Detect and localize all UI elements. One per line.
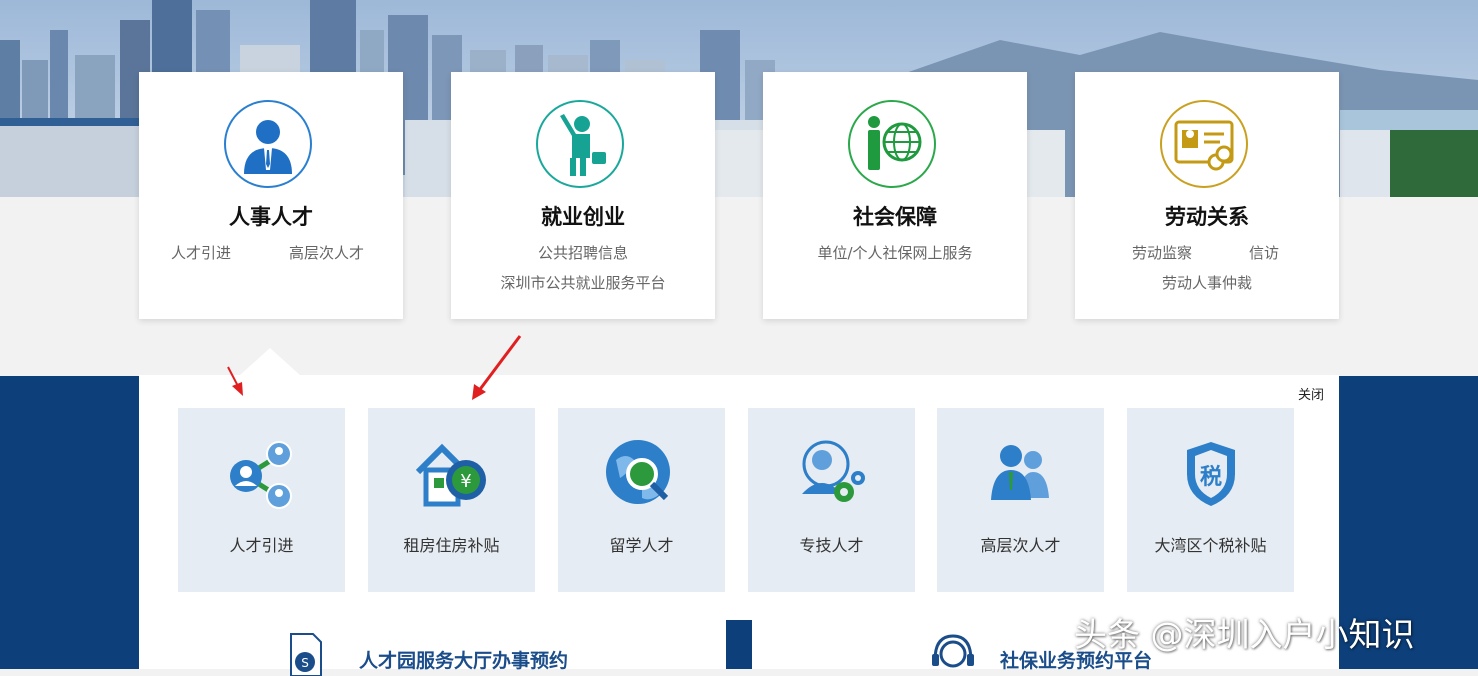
service-card-employment[interactable]: 就业创业 公共招聘信息 深圳市公共就业服务平台 (451, 72, 715, 319)
tile-label: 人才引进 (229, 536, 294, 555)
tile-talent-import[interactable]: 人才引进 (178, 408, 345, 592)
tax-shield-icon: 税 (1187, 442, 1235, 506)
businessman-icon (224, 100, 312, 188)
card-title: 劳动关系 (1165, 205, 1249, 229)
house-subsidy-icon: ¥ (415, 443, 486, 507)
tile-overseas-talent[interactable]: 留学人才 (558, 408, 725, 592)
service-card-social-security[interactable]: 社会保障 单位/个人社保网上服务 (763, 72, 1027, 319)
tile-label: 高层次人才 (980, 536, 1061, 555)
card-link-social-security-online[interactable]: 单位/个人社保网上服务 (763, 242, 1027, 263)
tile-gba-tax-subsidy[interactable]: 税 大湾区个税补贴 (1127, 408, 1294, 592)
svg-text:¥: ¥ (460, 471, 471, 492)
tile-professional-talent[interactable]: 专技人才 (748, 408, 915, 592)
close-button[interactable]: 关闭 (1298, 384, 1324, 403)
card-title: 就业创业 (541, 205, 625, 229)
watermark-text: 头条 @深圳入户小知识 (1074, 615, 1415, 654)
hr-talent-dropdown-panel: 关闭 人才引进 ¥ 租房住房补贴 留学人才 专技人才 高层次人才 税 大湾区个税… (139, 375, 1339, 620)
card-link-talent-import[interactable]: 人才引进 (171, 242, 231, 263)
job-seeker-icon (536, 100, 624, 188)
document-icon: S (290, 633, 322, 676)
service-card-hr-talent[interactable]: 人事人才 人才引进 高层次人才 (139, 72, 403, 319)
tile-label: 专技人才 (799, 536, 864, 555)
tile-label: 大湾区个税补贴 (1154, 536, 1267, 555)
card-link-high-level-talent[interactable]: 高层次人才 (289, 242, 364, 263)
svg-text:S: S (301, 656, 309, 670)
headset-support-icon (932, 634, 974, 668)
card-title: 人事人才 (229, 205, 313, 229)
tile-high-level-talent[interactable]: 高层次人才 (937, 408, 1104, 592)
card-link-public-recruitment[interactable]: 公共招聘信息 (451, 242, 715, 263)
svg-text:税: 税 (1200, 464, 1222, 490)
card-title: 社会保障 (853, 205, 937, 229)
tile-label: 留学人才 (609, 536, 674, 555)
card-link-labor-inspection[interactable]: 劳动监察 (1132, 242, 1192, 263)
globe-search-icon (606, 440, 670, 504)
talent-park-appointment-box[interactable]: S 人才园服务大厅办事预约 (139, 620, 726, 676)
contract-link-icon (1160, 100, 1248, 188)
service-card-labor-relations[interactable]: 劳动关系 劳动监察 信访 劳动人事仲裁 (1075, 72, 1339, 319)
card-link-employment-platform[interactable]: 深圳市公共就业服务平台 (451, 272, 715, 293)
talent-network-icon (230, 441, 292, 509)
globe-person-icon (848, 100, 936, 188)
panel-pointer (239, 348, 301, 376)
card-link-petition[interactable]: 信访 (1249, 242, 1279, 263)
tile-label: 租房住房补贴 (403, 536, 500, 555)
senior-talent-icon (991, 445, 1049, 500)
tile-housing-subsidy[interactable]: ¥ 租房住房补贴 (368, 408, 535, 592)
card-link-labor-arbitration[interactable]: 劳动人事仲裁 (1075, 272, 1339, 293)
technician-gear-icon (802, 440, 865, 502)
